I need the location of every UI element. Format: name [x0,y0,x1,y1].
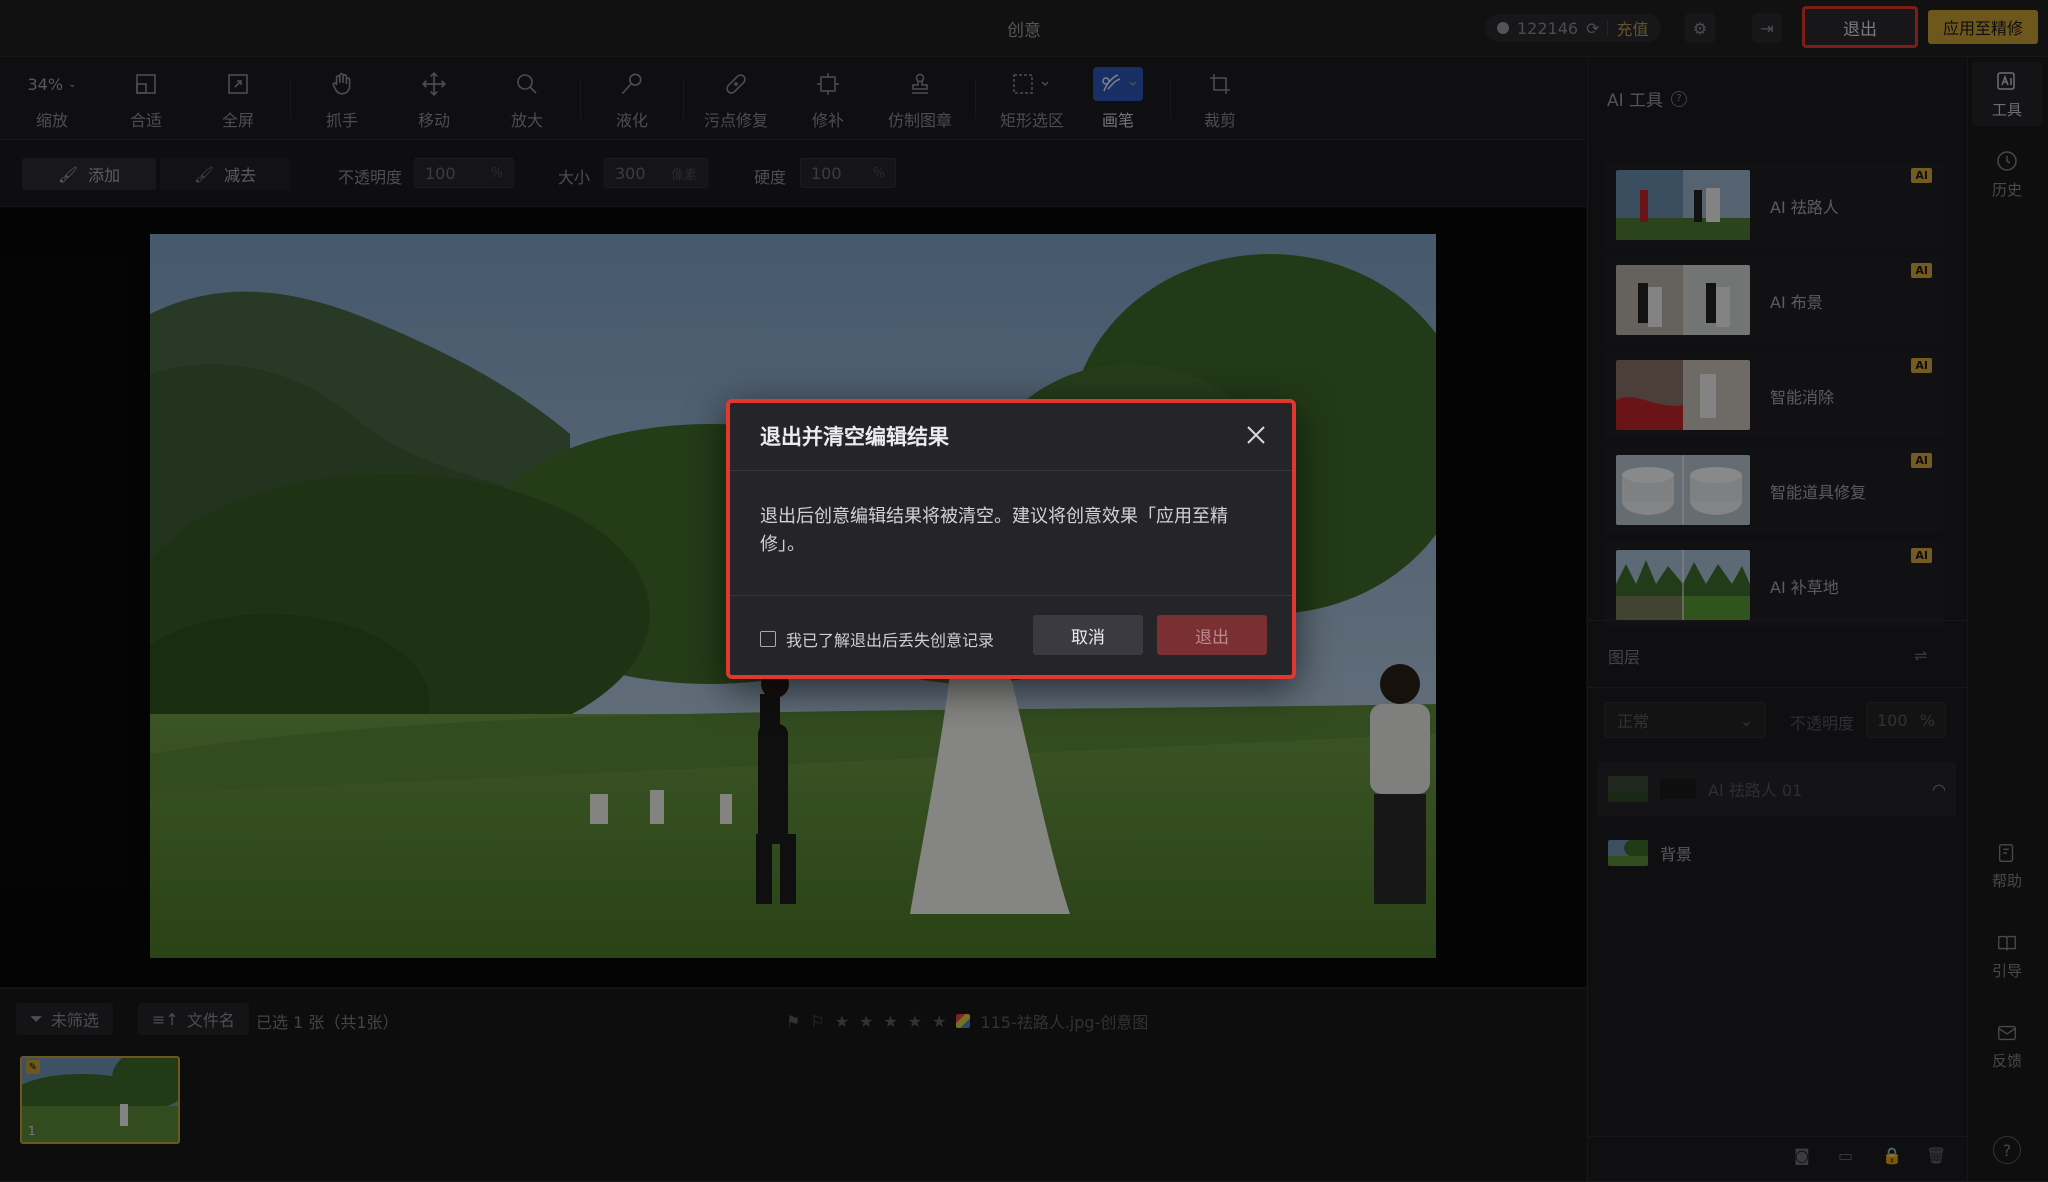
dialog-divider [730,595,1292,596]
dialog-title: 退出并清空编辑结果 [760,425,949,449]
dialog-message: 退出后创意编辑结果将被清空。建议将创意效果「应用至精修」。 [760,506,1228,555]
cancel-button[interactable]: 取消 [1033,615,1143,655]
exit-confirm-dialog: 退出并清空编辑结果 退出后创意编辑结果将被清空。建议将创意效果「应用至精修」。 … [726,399,1296,679]
checkbox-square[interactable] [760,631,776,647]
acknowledge-checkbox[interactable]: 我已了解退出后丢失创意记录 [760,627,994,651]
close-icon[interactable] [1238,417,1274,453]
checkbox-label: 我已了解退出后丢失创意记录 [786,631,995,650]
confirm-exit-button[interactable]: 退出 [1157,615,1267,655]
dialog-divider [730,470,1292,471]
